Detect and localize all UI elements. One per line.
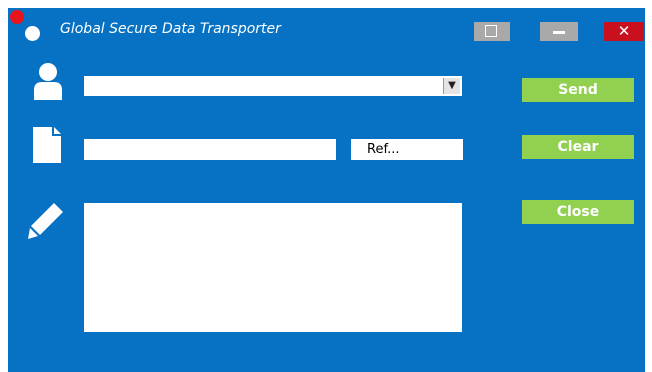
send-button[interactable]: Send	[522, 78, 634, 102]
chevron-down-icon[interactable]: ▼	[443, 78, 460, 94]
close-button[interactable]: Close	[522, 200, 634, 224]
file-icon	[33, 127, 61, 163]
maximize-button[interactable]	[474, 22, 510, 41]
window-close-button[interactable]: ✕	[604, 22, 644, 41]
logo-white-dot	[25, 26, 40, 41]
message-textarea[interactable]	[84, 203, 462, 332]
minimize-icon	[553, 31, 565, 34]
user-icon	[34, 63, 62, 100]
app-window: Global Secure Data Transporter ✕ ▼ Ref..…	[8, 8, 645, 372]
browse-button[interactable]: Ref...	[351, 139, 463, 160]
window-title: Global Secure Data Transporter	[60, 21, 281, 37]
logo-red-dot	[10, 10, 24, 24]
minimize-button[interactable]	[540, 22, 578, 41]
title-bar: Global Secure Data Transporter ✕	[8, 8, 645, 48]
pencil-icon	[28, 203, 63, 239]
clear-button[interactable]: Clear	[522, 135, 634, 159]
maximize-icon	[485, 25, 497, 37]
file-path-input[interactable]	[84, 139, 336, 160]
recipient-select[interactable]: ▼	[84, 76, 462, 96]
